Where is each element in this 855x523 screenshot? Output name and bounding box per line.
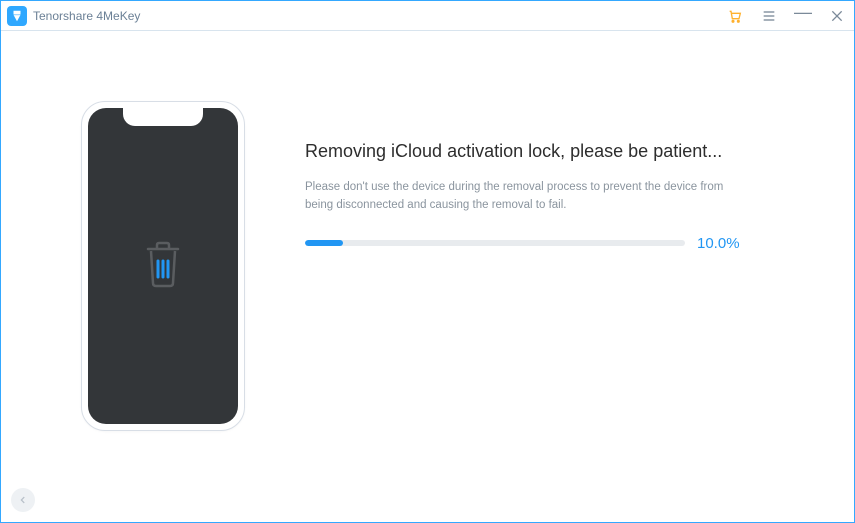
main-content: Removing iCloud activation lock, please … bbox=[1, 31, 854, 522]
cart-icon[interactable] bbox=[726, 7, 744, 25]
menu-icon[interactable] bbox=[760, 7, 778, 25]
app-logo-icon bbox=[7, 6, 27, 26]
phone-frame bbox=[81, 101, 245, 431]
phone-notch bbox=[123, 108, 203, 126]
info-panel: Removing iCloud activation lock, please … bbox=[305, 91, 814, 252]
app-window: Tenorshare 4MeKey — bbox=[0, 0, 855, 523]
minimize-icon[interactable]: — bbox=[794, 3, 812, 21]
progress-row: 10.0% bbox=[305, 235, 814, 252]
progress-track bbox=[305, 240, 685, 246]
titlebar: Tenorshare 4MeKey — bbox=[1, 1, 854, 31]
heading: Removing iCloud activation lock, please … bbox=[305, 141, 814, 162]
app-title: Tenorshare 4MeKey bbox=[33, 9, 140, 23]
back-button[interactable] bbox=[11, 488, 35, 512]
close-icon[interactable] bbox=[828, 7, 846, 25]
progress-fill bbox=[305, 240, 343, 246]
phone-screen bbox=[88, 108, 238, 424]
phone-illustration bbox=[81, 91, 245, 431]
progress-label: 10.0% bbox=[697, 235, 740, 252]
trash-icon bbox=[140, 239, 186, 294]
subtext: Please don't use the device during the r… bbox=[305, 178, 725, 215]
titlebar-controls: — bbox=[726, 7, 846, 25]
